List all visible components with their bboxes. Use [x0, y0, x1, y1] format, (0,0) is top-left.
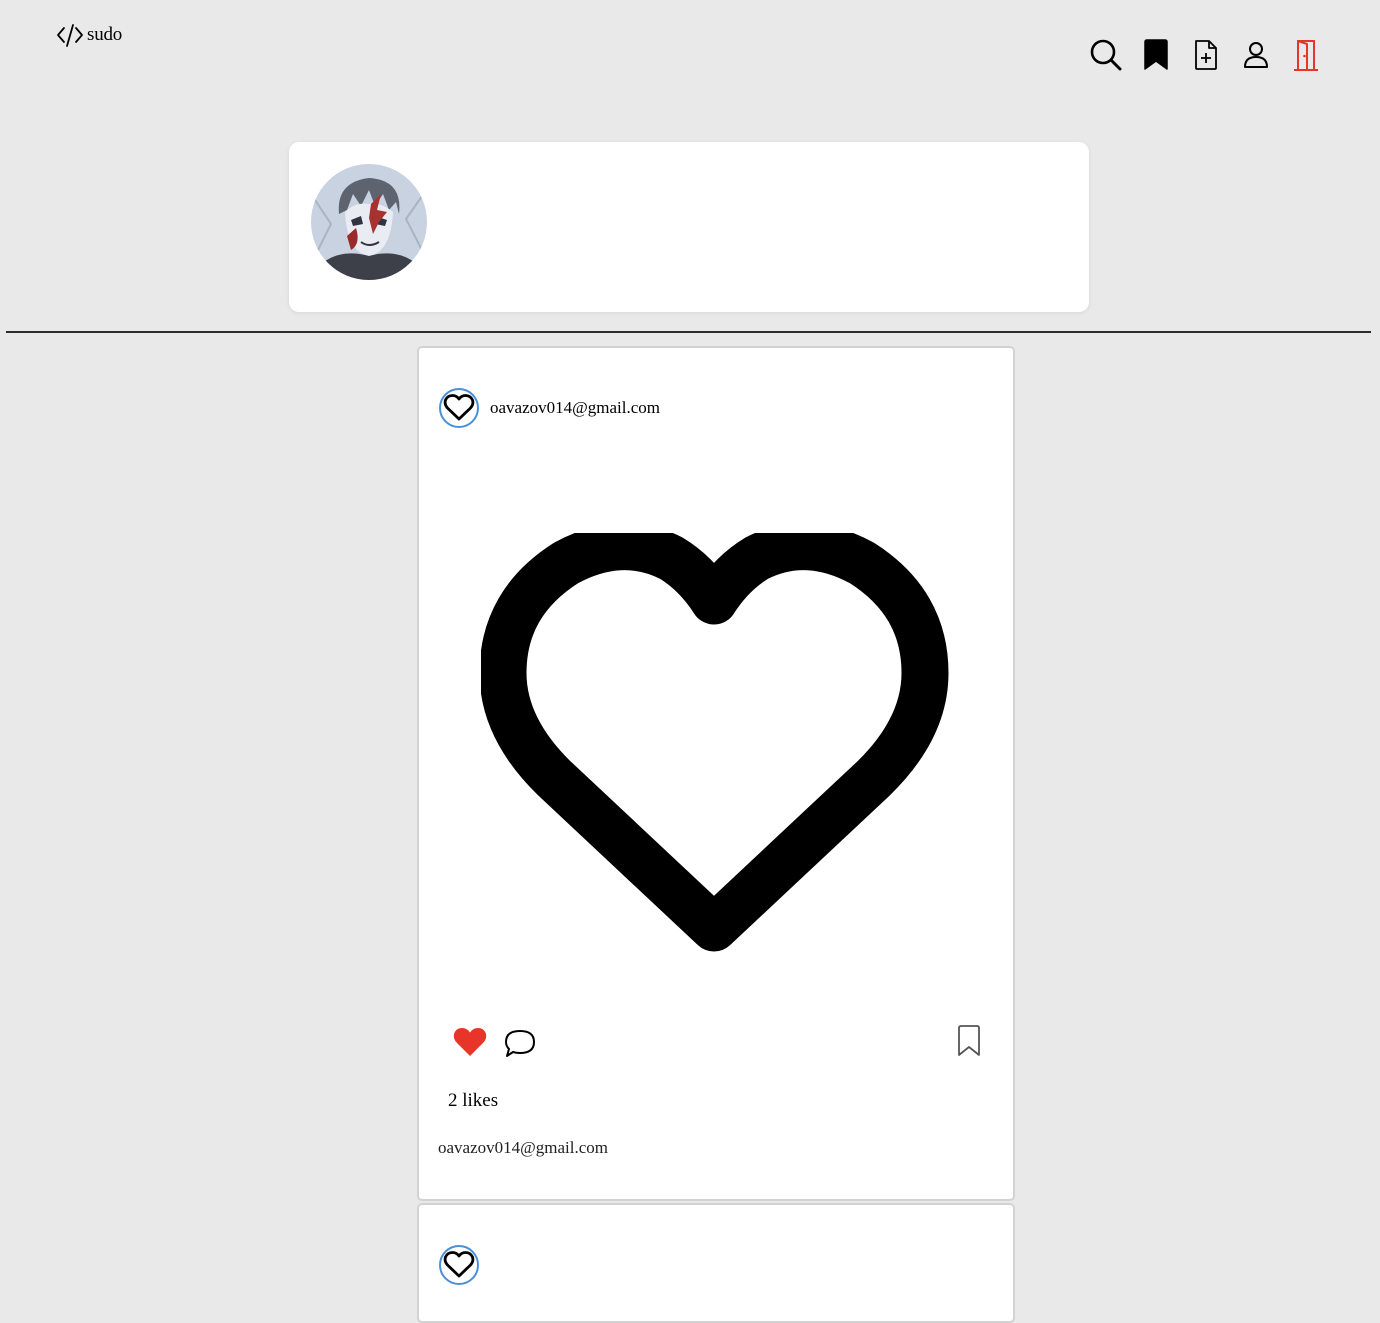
heart-outline-icon [481, 533, 949, 952]
save-post-button[interactable] [956, 1025, 982, 1062]
bookmark-outline-icon [958, 1025, 980, 1056]
profile-avatar[interactable] [311, 164, 427, 280]
like-button[interactable] [453, 1026, 487, 1063]
top-nav [1088, 38, 1324, 72]
door-icon [1294, 40, 1318, 71]
logo-text: sudo [87, 24, 123, 45]
post-author-avatar[interactable] [439, 388, 479, 428]
user-icon [1244, 42, 1268, 68]
heart-filled-icon [453, 1028, 487, 1056]
search-button[interactable] [1088, 38, 1124, 72]
heart-outline-icon [443, 1251, 475, 1278]
comment-button[interactable] [503, 1028, 537, 1063]
post-caption: oavazov014@gmail.com [438, 1138, 609, 1157]
saved-button[interactable] [1138, 38, 1174, 72]
profile-avatar-image [311, 164, 427, 280]
comment-icon [505, 1030, 535, 1057]
post-image[interactable] [419, 478, 1013, 1008]
profile-button[interactable] [1238, 38, 1274, 72]
bookmark-icon [1144, 39, 1168, 70]
logout-button[interactable] [1288, 38, 1324, 72]
section-divider [6, 331, 1371, 333]
code-brackets-icon [57, 24, 83, 47]
likes-count[interactable]: 2 likes [448, 1090, 498, 1112]
app-logo[interactable]: sudo [55, 22, 122, 48]
post-card: oavazov014@gmail.com 2 likes oavazov014@… [417, 346, 1015, 1201]
heart-outline-icon [443, 394, 475, 421]
new-post-button[interactable] [1188, 38, 1224, 72]
file-plus-icon [1195, 40, 1217, 70]
post-author-name[interactable]: oavazov014@gmail.com [490, 398, 660, 418]
post-header [439, 1245, 479, 1285]
post-author-avatar[interactable] [439, 1245, 479, 1285]
profile-card [289, 142, 1089, 312]
post-card [417, 1203, 1015, 1323]
post-header: oavazov014@gmail.com [439, 388, 660, 428]
search-icon [1090, 39, 1122, 71]
